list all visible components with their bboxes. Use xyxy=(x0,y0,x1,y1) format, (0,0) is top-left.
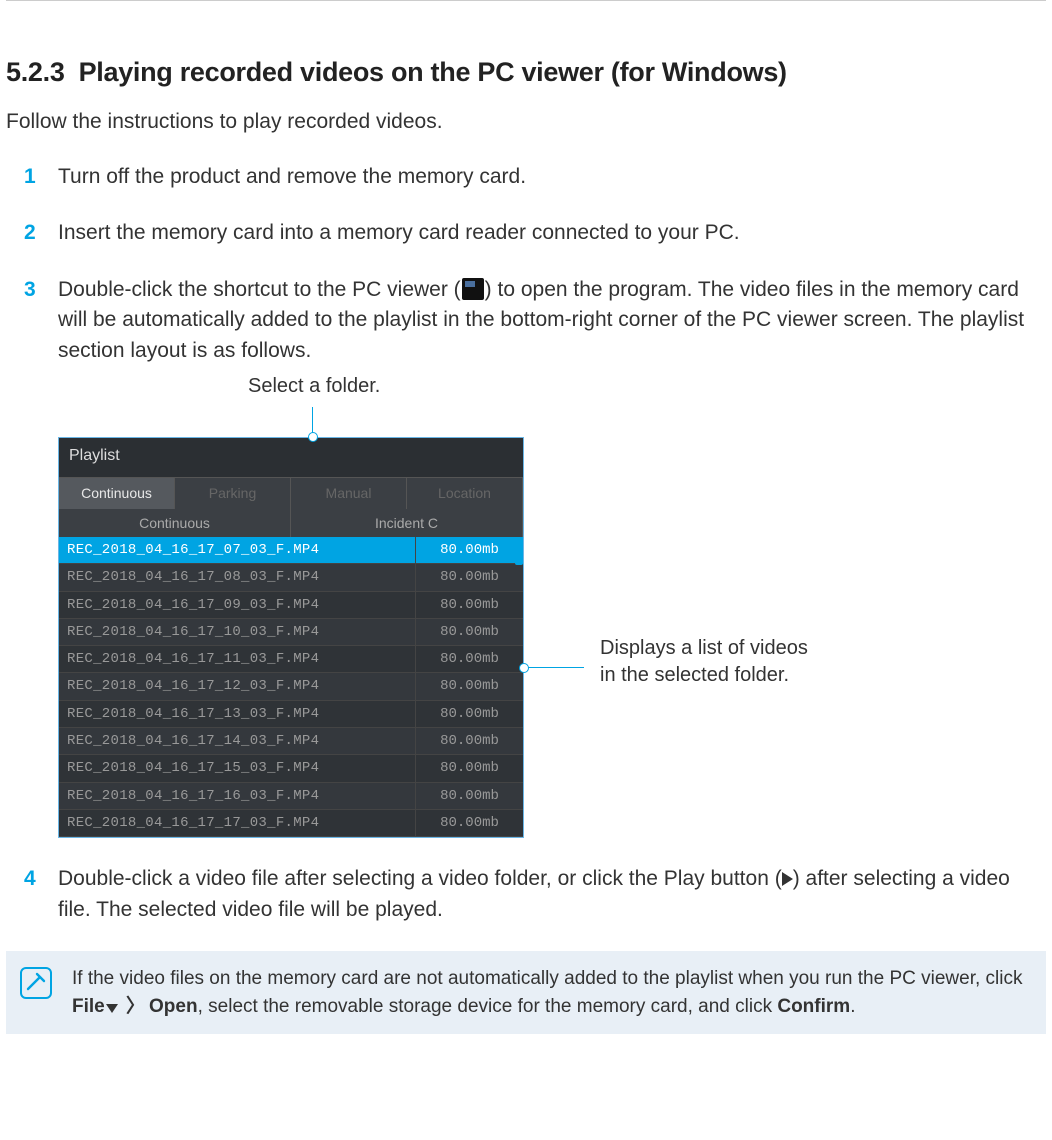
note-mid: , select the removable storage device fo… xyxy=(198,996,778,1017)
note-end: . xyxy=(850,996,855,1017)
note-file-label: File xyxy=(72,996,105,1017)
step-number: 2 xyxy=(24,218,36,248)
callout-select-folder: Select a folder. xyxy=(248,372,1046,401)
file-size: 80.00mb xyxy=(415,673,523,699)
play-icon xyxy=(782,872,793,886)
callout-line-icon xyxy=(524,667,584,668)
note-box: If the video files on the memory card ar… xyxy=(6,951,1046,1034)
section-title-text: Playing recorded videos on the PC viewer… xyxy=(79,57,787,87)
file-row[interactable]: REC_2018_04_16_17_17_03_F.MP480.00mb xyxy=(59,810,523,837)
section-heading: 5.2.3 Playing recorded videos on the PC v… xyxy=(6,21,1046,106)
callout-side-text: Displays a list of videos in the selecte… xyxy=(600,635,808,689)
playlist-panel: Playlist Continuous Parking Manual Locat… xyxy=(58,437,524,838)
note-text: If the video files on the memory card ar… xyxy=(72,965,1030,1020)
file-row[interactable]: REC_2018_04_16_17_13_03_F.MP480.00mb xyxy=(59,701,523,728)
tab-parking[interactable]: Parking xyxy=(175,478,291,508)
file-row[interactable]: REC_2018_04_16_17_10_03_F.MP480.00mb xyxy=(59,619,523,646)
note-pre: If the video files on the memory card ar… xyxy=(72,968,1022,989)
step-number: 3 xyxy=(24,275,36,305)
file-row[interactable]: REC_2018_04_16_17_15_03_F.MP480.00mb xyxy=(59,755,523,782)
file-size: 80.00mb xyxy=(415,728,523,754)
file-size: 80.00mb xyxy=(415,646,523,672)
step-4: 4 Double-click a video file after select… xyxy=(46,864,1046,925)
file-name: REC_2018_04_16_17_11_03_F.MP4 xyxy=(59,646,415,672)
file-size: 80.00mb xyxy=(415,592,523,618)
callout-video-list: Displays a list of videos in the selecte… xyxy=(524,587,808,689)
subtab-incident[interactable]: Incident C xyxy=(291,509,523,537)
step-text-pre: Double-click the shortcut to the PC view… xyxy=(58,278,461,301)
file-name: REC_2018_04_16_17_13_03_F.MP4 xyxy=(59,701,415,727)
section-number: 5.2.3 xyxy=(6,57,65,87)
file-name: REC_2018_04_16_17_12_03_F.MP4 xyxy=(59,673,415,699)
file-row[interactable]: REC_2018_04_16_17_16_03_F.MP480.00mb xyxy=(59,783,523,810)
file-row[interactable]: REC_2018_04_16_17_12_03_F.MP480.00mb xyxy=(59,673,523,700)
step-text-pre: Double-click a video file after selectin… xyxy=(58,867,782,890)
file-name: REC_2018_04_16_17_14_03_F.MP4 xyxy=(59,728,415,754)
file-name: REC_2018_04_16_17_09_03_F.MP4 xyxy=(59,592,415,618)
playlist-title: Playlist xyxy=(59,438,523,478)
tab-continuous[interactable]: Continuous xyxy=(59,478,175,508)
note-open-label: Open xyxy=(149,996,198,1017)
file-size: 80.00mb xyxy=(415,564,523,590)
file-row[interactable]: REC_2018_04_16_17_08_03_F.MP480.00mb xyxy=(59,564,523,591)
file-row[interactable]: REC_2018_04_16_17_11_03_F.MP480.00mb xyxy=(59,646,523,673)
file-name: REC_2018_04_16_17_08_03_F.MP4 xyxy=(59,564,415,590)
playlist-tab-row: Continuous Parking Manual Location xyxy=(59,478,523,508)
file-name: REC_2018_04_16_17_17_03_F.MP4 xyxy=(59,810,415,836)
pc-viewer-shortcut-icon xyxy=(462,278,484,300)
chevron-right-icon: 〉 xyxy=(126,996,145,1017)
step-3: 3 Double-click the shortcut to the PC vi… xyxy=(46,275,1046,838)
step-1: 1 Turn off the product and remove the me… xyxy=(46,162,1046,192)
step-text: Turn off the product and remove the memo… xyxy=(58,165,526,188)
callout-line-icon xyxy=(312,407,313,437)
file-name: REC_2018_04_16_17_16_03_F.MP4 xyxy=(59,783,415,809)
file-name: REC_2018_04_16_17_07_03_F.MP4 xyxy=(59,537,415,563)
file-row[interactable]: REC_2018_04_16_17_09_03_F.MP480.00mb xyxy=(59,592,523,619)
note-confirm-label: Confirm xyxy=(777,996,850,1017)
file-size: 80.00mb xyxy=(415,755,523,781)
file-name: REC_2018_04_16_17_10_03_F.MP4 xyxy=(59,619,415,645)
file-size: 80.00mb xyxy=(415,619,523,645)
file-size: 80.00mb xyxy=(415,783,523,809)
dropdown-icon xyxy=(106,1004,118,1013)
subtab-continuous[interactable]: Continuous xyxy=(59,509,291,537)
tab-location[interactable]: Location xyxy=(407,478,523,508)
intro-text: Follow the instructions to play recorded… xyxy=(6,110,1046,134)
step-2: 2 Insert the memory card into a memory c… xyxy=(46,218,1046,248)
step-number: 1 xyxy=(24,162,36,192)
note-icon xyxy=(18,965,62,1006)
callout-side-line1: Displays a list of videos xyxy=(600,637,808,659)
file-size: 80.00mb xyxy=(415,537,523,563)
scrollbar-thumb[interactable] xyxy=(515,537,523,565)
tab-manual[interactable]: Manual xyxy=(291,478,407,508)
step-number: 4 xyxy=(24,864,36,894)
file-size: 80.00mb xyxy=(415,810,523,836)
file-row[interactable]: REC_2018_04_16_17_07_03_F.MP480.00mb xyxy=(59,537,523,564)
file-size: 80.00mb xyxy=(415,701,523,727)
file-row[interactable]: REC_2018_04_16_17_14_03_F.MP480.00mb xyxy=(59,728,523,755)
step-text: Insert the memory card into a memory car… xyxy=(58,221,740,244)
callout-side-line2: in the selected folder. xyxy=(600,664,789,686)
playlist-subtab-row: Continuous Incident C xyxy=(59,509,523,537)
file-name: REC_2018_04_16_17_15_03_F.MP4 xyxy=(59,755,415,781)
file-list[interactable]: REC_2018_04_16_17_07_03_F.MP480.00mbREC_… xyxy=(59,537,523,837)
